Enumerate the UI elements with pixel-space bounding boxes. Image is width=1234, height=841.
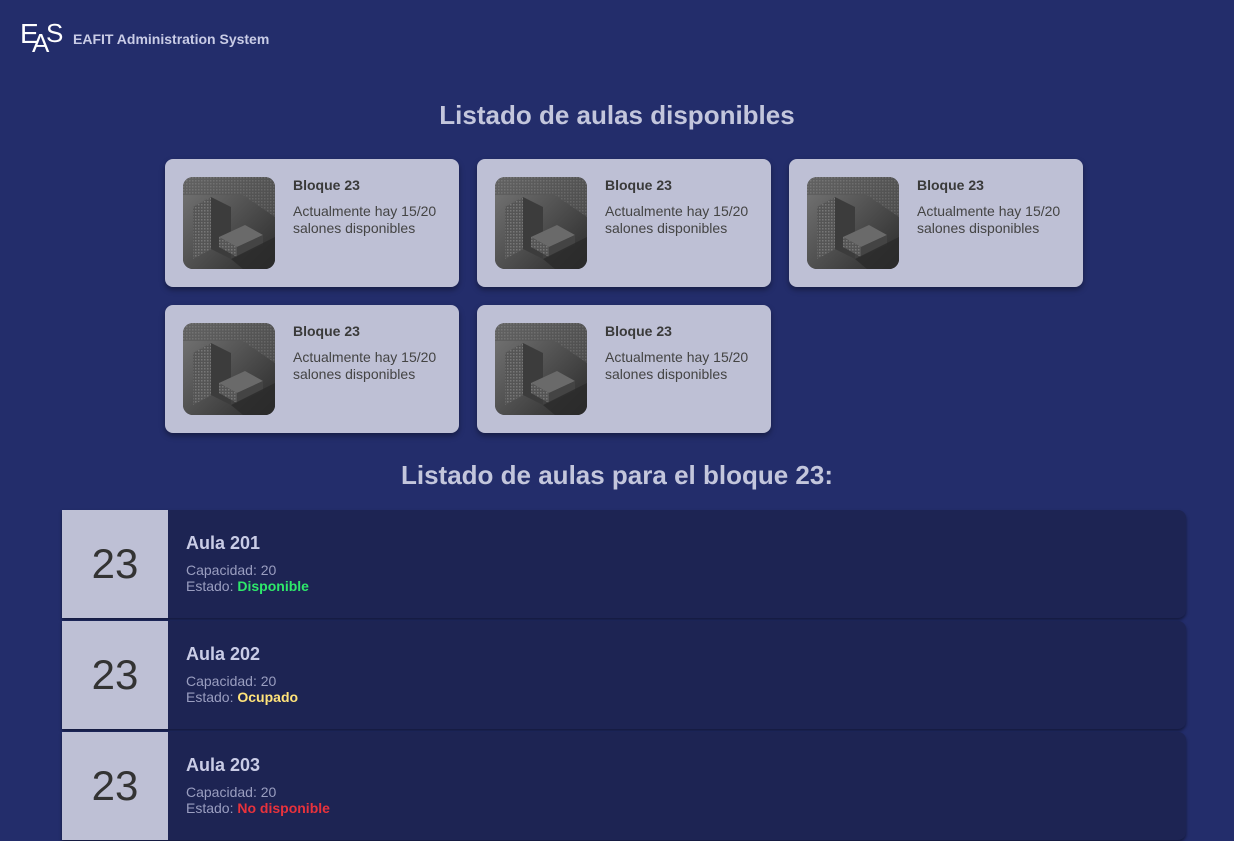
room-name: Aula 203	[186, 755, 261, 775]
room-capacity: Capacidad: 20	[186, 673, 277, 689]
room-block-number: 23	[62, 621, 168, 729]
room-capacity: Capacidad: 20	[186, 784, 277, 800]
app-title: EAFIT Administration System	[73, 31, 270, 47]
block-card[interactable]: Bloque 23 Actualmente hay 15/20 salones …	[165, 305, 459, 433]
building-icon	[495, 177, 587, 269]
block-card-text: Actualmente hay 15/20 salones disponible…	[605, 203, 749, 236]
building-icon	[183, 177, 275, 269]
room-block-number: 23	[62, 510, 168, 618]
room-state: Estado: No disponible	[186, 800, 330, 816]
room-block-number: 23	[62, 732, 168, 840]
room-state-label: Estado:	[186, 800, 234, 816]
room-state-label: Estado:	[186, 689, 234, 705]
room-state-value: Disponible	[237, 578, 309, 594]
block-card-title: Bloque 23	[605, 177, 672, 193]
building-icon	[495, 323, 587, 415]
room-state-label: Estado:	[186, 578, 234, 594]
room-name: Aula 201	[186, 533, 261, 553]
room-state: Estado: Ocupado	[186, 689, 298, 705]
room-name: Aula 202	[186, 644, 261, 664]
room-item[interactable]: 23 Aula 201 Capacidad: 20 Estado: Dispon…	[62, 510, 1186, 618]
room-state: Estado: Disponible	[186, 578, 309, 594]
room-state-value: No disponible	[237, 800, 330, 816]
block-rooms-title: Listado de aulas para el bloque 23:	[400, 460, 833, 490]
building-icon	[807, 177, 899, 269]
block-card-text: Actualmente hay 15/20 salones disponible…	[605, 349, 749, 382]
block-card-text: Actualmente hay 15/20 salones disponible…	[293, 349, 437, 382]
block-card-text: Actualmente hay 15/20 salones disponible…	[917, 203, 1061, 236]
available-rooms-title: Listado de aulas disponibles	[439, 100, 795, 130]
block-card-title: Bloque 23	[917, 177, 984, 193]
eas-logo[interactable]: E A S	[20, 20, 64, 58]
building-icon	[183, 323, 275, 415]
block-card-title: Bloque 23	[293, 177, 360, 193]
block-card[interactable]: Bloque 23 Actualmente hay 15/20 salones …	[789, 159, 1083, 287]
block-card-title: Bloque 23	[605, 323, 672, 339]
room-state-value: Ocupado	[237, 689, 299, 705]
logo-letter-s: S	[46, 18, 64, 48]
block-card[interactable]: Bloque 23 Actualmente hay 15/20 salones …	[165, 159, 459, 287]
block-card[interactable]: Bloque 23 Actualmente hay 15/20 salones …	[477, 305, 771, 433]
room-item[interactable]: 23 Aula 203 Capacidad: 20 Estado: No dis…	[62, 732, 1186, 840]
app-header: E A S EAFIT Administration System	[20, 20, 269, 58]
room-item[interactable]: 23 Aula 202 Capacidad: 20 Estado: Ocupad…	[62, 621, 1186, 729]
block-card-text: Actualmente hay 15/20 salones disponible…	[293, 203, 437, 236]
block-card[interactable]: Bloque 23 Actualmente hay 15/20 salones …	[477, 159, 771, 287]
room-capacity: Capacidad: 20	[186, 562, 277, 578]
block-card-title: Bloque 23	[293, 323, 360, 339]
